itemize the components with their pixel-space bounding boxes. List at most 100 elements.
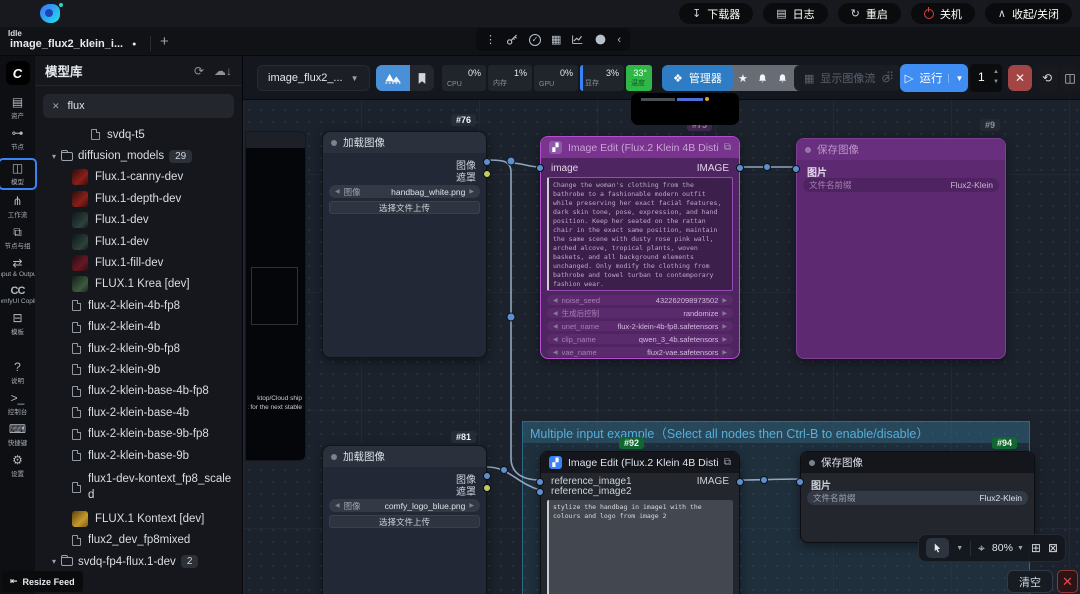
star-icon[interactable]: ★ [733,72,753,85]
clear-button[interactable]: 清空 [1007,570,1053,593]
clear-search-icon[interactable]: ✕ [52,101,60,112]
step-up-icon[interactable]: ▲ [993,67,999,77]
model-row[interactable]: Flux.1-fill-dev [35,252,242,273]
load-image-node-76[interactable]: 加载图像 图像 遮罩 ◀图像handbag_white.png▶ 选择文件上传 [322,131,487,358]
rail-item-nodes-groups[interactable]: ⧉节点与组 [0,226,35,250]
model-row[interactable]: flux-2-klein-4b [35,317,242,338]
rail-item-assets[interactable]: ▤资产 [0,96,35,120]
image-edit-node-92[interactable]: ▞Image Edit (Flux.2 Klein 4B Distilled)⧉… [540,451,740,594]
fit-view-icon[interactable]: ⌖ [978,541,985,556]
load-image-node-81[interactable]: 加载图像 图像 遮罩 ◀图像comfy_logo_blue.png▶ 选择文件上… [322,445,487,594]
input-port-reference-image1[interactable] [536,478,544,486]
pointer-tool-button[interactable] [926,538,949,558]
kebab-menu-icon[interactable]: ⋮ [485,33,496,46]
prompt-textarea[interactable]: Change the woman's clothing from the bat… [547,177,733,291]
notification-bell-icon-2[interactable] [773,73,793,84]
output-port-image[interactable] [483,472,491,480]
widget-control-after-generate[interactable]: ◀生成后控制randomize▶ [547,308,733,318]
output-port-image[interactable] [483,158,491,166]
collapse-dot[interactable] [331,454,337,460]
model-search-input[interactable]: ✕ flux [43,94,234,118]
bookmark-button[interactable] [410,65,434,91]
upload-file-button[interactable]: 选择文件上传 [329,515,480,528]
cancel-run-button[interactable]: ✕ [1008,65,1032,91]
folder-row[interactable]: ▾diffusion_models29 [35,145,242,166]
model-row[interactable]: flux-2-klein-base-9b-fp8 [35,423,242,444]
output-port-mask[interactable] [483,170,491,178]
rail-item-workflows[interactable]: ⋔工作流 [0,195,35,219]
rail-item-templates[interactable]: ⊟模板 [0,312,35,336]
node-graph-canvas[interactable]: Multiple input example（Select all nodes … [243,56,1080,594]
restart-button[interactable]: ↻重启 [838,3,901,24]
note-node[interactable]: ktop/Cloud ship it for the next stable [245,131,306,461]
toggle-links-icon[interactable]: ⊠ [1048,541,1058,555]
model-row[interactable]: Flux.1-depth-dev [35,188,242,209]
shutdown-button[interactable]: 关机 [911,3,975,24]
step-down-icon[interactable]: ▼ [993,77,999,87]
model-row[interactable]: flux2_dev_fp8mixed [35,530,242,551]
rail-item-console[interactable]: >_控制台 [0,392,35,416]
expand-icon[interactable]: ⧉ [724,142,731,153]
workflow-dropdown[interactable]: image_flux2_...▼ [257,65,370,91]
collapse-dot[interactable] [331,140,337,146]
zoom-level-dropdown[interactable]: 80%▼ [992,542,1024,554]
chevron-left-icon[interactable]: ‹ [617,34,621,46]
notification-bell-icon[interactable] [753,73,773,84]
folder-row[interactable]: ▾svdq-fp4-flux.1-dev2 [35,551,242,572]
queue-count-input[interactable]: 1 ▲▼ [970,64,1002,92]
drag-handle[interactable]: ⠿ [886,70,894,83]
metrics-chart-icon[interactable] [571,33,584,46]
input-port-image[interactable] [792,165,800,173]
filename-prefix-widget[interactable]: 文件名前缀Flux2-Klein [807,491,1028,505]
rail-item-copilot[interactable]: CCComfyUI Copilot [0,285,35,305]
model-row[interactable]: svdq-t5 [35,124,242,145]
model-row[interactable]: FLUX.1 Krea [dev] [35,274,242,295]
new-tab-button[interactable]: + [160,33,169,50]
output-port-image[interactable] [736,478,744,486]
input-port-image[interactable] [536,164,544,172]
widget-unet-name[interactable]: ◀unet_nameflux-2-klein-4b-fp8.safetensor… [547,321,733,331]
model-row[interactable]: flux-2-klein-base-9b [35,445,242,466]
check-circle-icon[interactable]: ✓ [529,34,541,46]
node-header[interactable]: ▞Image Edit (Flux.2 Klein 4B Distilled)⧉ [541,137,739,158]
panel-toggle-button[interactable]: ◫ [1060,65,1080,91]
input-port-reference-image2[interactable] [536,488,544,496]
node-header[interactable]: 保存图像 [797,139,1005,160]
resize-feed-button[interactable]: ⇤Resize Feed [2,571,83,592]
model-row[interactable]: Flux.1-dev [35,231,242,252]
comfyui-rail-logo[interactable]: C [6,61,30,85]
rail-item-shortcuts[interactable]: ⌨快捷键 [0,423,35,447]
model-row[interactable]: flux-2-klein-4b-fp8 [35,295,242,316]
github-icon[interactable] [594,33,607,46]
node-header[interactable]: ▞Image Edit (Flux.2 Klein 4B Distilled)⧉ [541,452,739,473]
rail-item-input-output[interactable]: ⇄Input & Output [0,257,35,278]
node-header[interactable]: 加载图像 [323,446,486,467]
model-row[interactable]: FLUX.1 Kontext [dev] [35,508,242,529]
collapse-dot[interactable] [805,147,811,153]
image-select-widget[interactable]: ◀图像handbag_white.png▶ [329,185,480,198]
model-row[interactable]: flux-2-klein-9b [35,359,242,380]
model-row[interactable]: flux-2-klein-base-4b [35,402,242,423]
widget-vae-name[interactable]: ◀vae_nameflux2-vae.safetensors▶ [547,347,733,357]
expand-icon[interactable]: ⧉ [724,457,731,468]
image-select-widget[interactable]: ◀图像comfy_logo_blue.png▶ [329,499,480,512]
logs-button[interactable]: ▤日志 [763,3,827,24]
manager-button[interactable]: ❖管理器 [662,65,733,91]
close-feed-button[interactable]: ✕ [1057,570,1078,593]
model-row[interactable]: Flux.1-canny-dev [35,167,242,188]
cloud-download-icon[interactable]: ☁↓ [214,64,232,78]
node-header[interactable]: 加载图像 [323,132,486,153]
output-port-image[interactable] [736,164,744,172]
filename-prefix-widget[interactable]: 文件名前缀Flux2-Klein [803,178,999,192]
refresh-icon[interactable]: ⟳ [194,64,204,78]
node-header[interactable]: 保存图像 [801,452,1034,473]
model-row[interactable]: flux1-dev-kontext_fp8_scaled [35,466,242,508]
model-row[interactable]: flux-2-klein-9b-fp8 [35,338,242,359]
collapse-dot[interactable] [809,460,815,466]
model-row[interactable]: Flux.1-dev [35,210,242,231]
collapse-close-button[interactable]: ∧收起/关闭 [985,3,1072,24]
rail-item-settings[interactable]: ⚙设置 [0,454,35,478]
output-port-mask[interactable] [483,484,491,492]
prompt-textarea[interactable]: stylize the handbag in image1 with the c… [547,500,733,594]
rail-item-help[interactable]: ?说明 [0,361,35,385]
